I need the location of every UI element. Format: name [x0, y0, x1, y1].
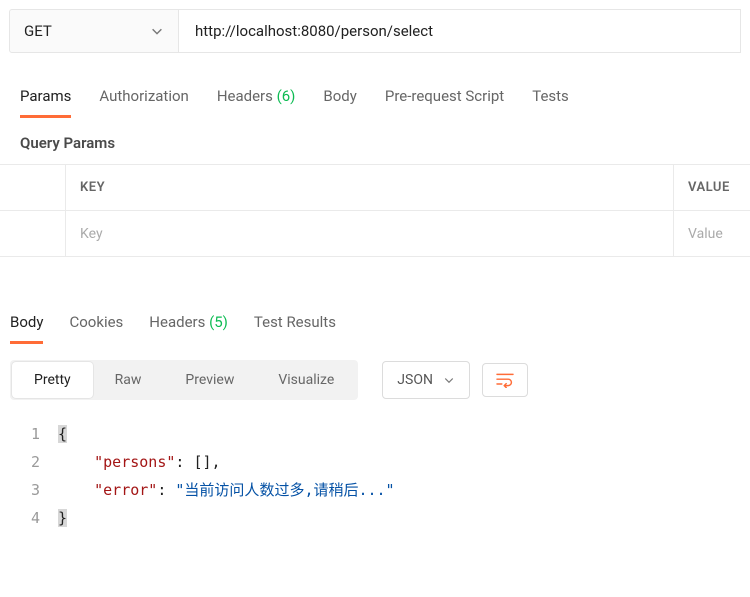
response-body-code[interactable]: 1 { 2 "persons": [], 3 "error": "当前访问人数过… [0, 406, 750, 542]
view-raw-button[interactable]: Raw [93, 362, 164, 398]
param-value-input[interactable]: Value [674, 211, 750, 256]
code-line-1: 1 { [10, 420, 740, 448]
code-line-3: 3 "error": "当前访问人数过多,请稍后..." [10, 476, 740, 504]
tab-response-body[interactable]: Body [10, 307, 43, 344]
wrap-lines-button[interactable] [482, 363, 528, 397]
format-select[interactable]: JSON [382, 361, 470, 399]
tab-response-headers-count: (5) [209, 313, 228, 331]
chevron-down-icon [443, 374, 455, 386]
view-preview-button[interactable]: Preview [163, 362, 256, 398]
tab-prerequest[interactable]: Pre-request Script [385, 81, 504, 118]
tab-response-headers[interactable]: Headers (5) [149, 307, 228, 344]
code-line-4: 4 } [10, 504, 740, 532]
param-key-input[interactable]: Key [66, 211, 674, 256]
response-body-toolbar: Pretty Raw Preview Visualize JSON [0, 344, 750, 406]
tab-authorization[interactable]: Authorization [99, 81, 188, 118]
tab-params[interactable]: Params [20, 81, 71, 118]
format-value: JSON [397, 372, 433, 388]
http-method-value: GET [24, 22, 52, 40]
request-tabs: Params Authorization Headers (6) Body Pr… [0, 81, 750, 118]
wrap-icon [495, 372, 515, 388]
line-number: 1 [10, 420, 58, 448]
http-method-select[interactable]: GET [9, 9, 179, 53]
param-checkbox-header [0, 165, 66, 210]
chevron-down-icon [150, 24, 164, 38]
tab-test-results[interactable]: Test Results [254, 307, 336, 344]
view-visualize-button[interactable]: Visualize [256, 362, 356, 398]
query-params-header-row: KEY VALUE [0, 165, 750, 211]
code-line-2: 2 "persons": [], [10, 448, 740, 476]
view-mode-group: Pretty Raw Preview Visualize [10, 360, 358, 400]
tab-headers-label: Headers [217, 87, 273, 105]
tab-headers[interactable]: Headers (6) [217, 81, 296, 118]
request-url-input[interactable] [179, 9, 741, 53]
view-pretty-button[interactable]: Pretty [12, 362, 93, 398]
query-params-input-row[interactable]: Key Value [0, 211, 750, 257]
line-number: 3 [10, 476, 58, 504]
tab-tests[interactable]: Tests [532, 81, 569, 118]
line-number: 2 [10, 448, 58, 476]
param-checkbox-cell [0, 211, 66, 256]
value-column-header: VALUE [674, 165, 750, 210]
tab-response-headers-label: Headers [149, 313, 205, 331]
response-tabs: Body Cookies Headers (5) Test Results [0, 307, 750, 344]
query-params-title: Query Params [0, 118, 750, 164]
key-column-header: KEY [66, 165, 674, 210]
query-params-table: KEY VALUE Key Value [0, 164, 750, 257]
line-number: 4 [10, 504, 58, 532]
tab-headers-count: (6) [277, 87, 296, 105]
tab-response-cookies[interactable]: Cookies [69, 307, 123, 344]
tab-body[interactable]: Body [323, 81, 356, 118]
